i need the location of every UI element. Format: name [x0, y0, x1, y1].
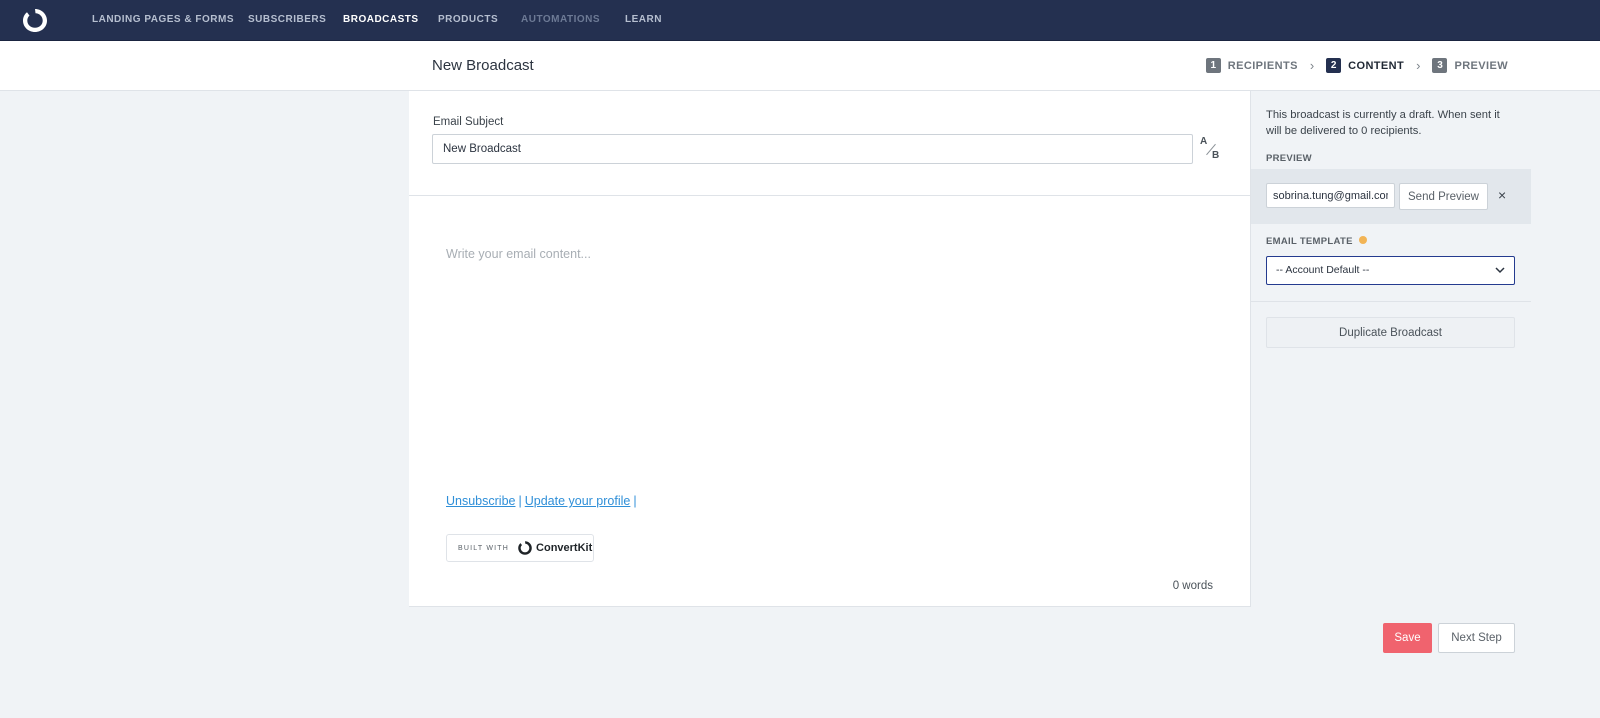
broadcast-sidebar: This broadcast is currently a draft. Whe… — [1251, 91, 1531, 607]
subject-input[interactable] — [432, 134, 1193, 164]
step-number: 1 — [1205, 58, 1221, 73]
status-dot-icon — [1358, 236, 1367, 245]
footer-separator: | — [518, 494, 522, 508]
email-template-value: -- Account Default -- — [1276, 264, 1370, 276]
step-recipients[interactable]: 1 RECIPIENTS — [1205, 58, 1298, 73]
email-template-select[interactable]: -- Account Default -- — [1266, 256, 1515, 285]
update-profile-link[interactable]: Update your profile — [525, 494, 631, 508]
step-label: RECIPIENTS — [1227, 59, 1298, 72]
nav-automations[interactable]: AUTOMATIONS — [521, 14, 600, 25]
draft-status-text: This broadcast is currently a draft. Whe… — [1266, 109, 1500, 137]
step-content[interactable]: 2 CONTENT — [1326, 58, 1404, 73]
chevron-down-icon — [1495, 267, 1505, 274]
subject-section: Email Subject A B — [409, 91, 1251, 196]
nav-subscribers[interactable]: SUBSCRIBERS — [248, 14, 326, 25]
step-preview[interactable]: 3 PREVIEW — [1432, 58, 1508, 73]
subject-label: Email Subject — [433, 116, 504, 128]
preview-panel: Send Preview × — [1251, 169, 1531, 224]
nav-learn[interactable]: LEARN — [625, 14, 662, 25]
send-preview-button[interactable]: Send Preview — [1399, 183, 1488, 210]
email-footer-links: Unsubscribe | Update your profile | — [446, 494, 640, 508]
top-nav: LANDING PAGES & FORMS SUBSCRIBERS BROADC… — [0, 0, 1600, 41]
nav-products[interactable]: PRODUCTS — [438, 14, 498, 25]
ab-test-button[interactable]: A B — [1200, 136, 1222, 164]
chevron-right-icon: › — [1309, 58, 1315, 73]
step-label: PREVIEW — [1454, 59, 1508, 72]
built-with-label: BUILT WITH — [458, 544, 510, 552]
convertkit-logo-icon[interactable] — [21, 7, 49, 34]
email-editor: Email Subject A B Write your email conte… — [409, 91, 1251, 607]
word-count: 0 words — [1172, 580, 1213, 592]
email-body-placeholder[interactable]: Write your email content... — [446, 247, 591, 261]
page-title: New Broadcast — [432, 57, 534, 74]
step-number: 3 — [1432, 58, 1448, 73]
chevron-right-icon: › — [1416, 58, 1421, 73]
email-template-label: EMAIL TEMPLATE — [1266, 236, 1367, 247]
duplicate-broadcast-button[interactable]: Duplicate Broadcast — [1266, 317, 1515, 348]
step-progress: 1 RECIPIENTS › 2 CONTENT › 3 PREVIEW — [1205, 58, 1508, 73]
unsubscribe-link[interactable]: Unsubscribe — [446, 494, 515, 508]
preview-label: PREVIEW — [1266, 153, 1312, 164]
step-number: 2 — [1326, 58, 1342, 73]
page-header: New Broadcast 1 RECIPIENTS › 2 CONTENT ›… — [0, 41, 1600, 91]
close-icon[interactable]: × — [1498, 187, 1506, 203]
save-button[interactable]: Save — [1383, 623, 1432, 653]
ab-a-label: A — [1200, 136, 1208, 147]
next-step-button[interactable]: Next Step — [1438, 623, 1515, 653]
convertkit-brand-name: ConvertKit — [536, 542, 593, 554]
nav-broadcasts[interactable]: BROADCASTS — [343, 14, 419, 25]
nav-landing-pages-forms[interactable]: LANDING PAGES & FORMS — [92, 14, 234, 25]
convertkit-icon — [518, 541, 532, 555]
step-label: CONTENT — [1348, 59, 1405, 72]
sidebar-divider — [1251, 301, 1531, 302]
preview-email-input[interactable] — [1266, 183, 1395, 208]
built-with-convertkit-badge[interactable]: BUILT WITH ConvertKit — [446, 534, 594, 562]
footer-separator: | — [633, 494, 637, 508]
email-template-label-text: EMAIL TEMPLATE — [1266, 236, 1353, 247]
ab-b-label: B — [1212, 150, 1220, 161]
